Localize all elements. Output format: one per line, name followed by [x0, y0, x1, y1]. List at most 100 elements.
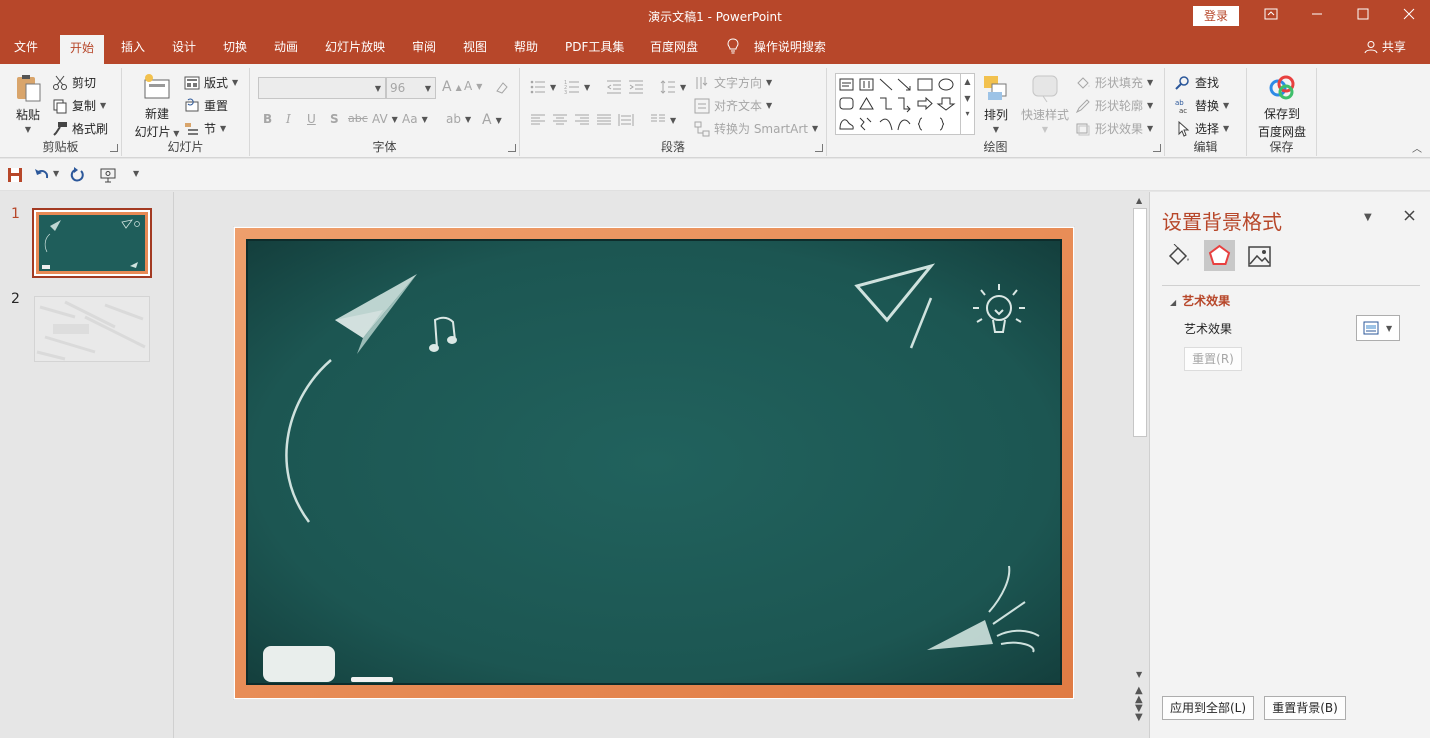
- drawing-launcher-icon[interactable]: [1153, 144, 1161, 152]
- font-name-combobox[interactable]: ▼: [258, 77, 386, 99]
- text-direction-button[interactable]: 文字方向 ▼: [694, 74, 772, 91]
- scroll-up-icon[interactable]: ▲: [1136, 196, 1142, 205]
- line-spacing-icon[interactable]: ▼: [660, 79, 686, 95]
- tab-baidu-netdisk[interactable]: 百度网盘: [650, 32, 698, 64]
- tab-home[interactable]: 开始: [60, 35, 105, 64]
- section-dropdown-icon[interactable]: ▼: [220, 124, 226, 133]
- previous-slide-icon[interactable]: ▲ ▲: [1135, 686, 1143, 705]
- layout-button[interactable]: 版式 ▼: [184, 74, 238, 91]
- shape-fill-button[interactable]: 形状填充 ▼: [1075, 74, 1153, 91]
- tab-help[interactable]: 帮助: [514, 32, 538, 64]
- maximize-icon[interactable]: [1340, 0, 1386, 32]
- character-spacing-icon[interactable]: AV ▼: [372, 112, 398, 126]
- tab-slideshow[interactable]: 幻灯片放映: [325, 32, 385, 64]
- tab-insert[interactable]: 插入: [121, 32, 145, 64]
- bold-icon[interactable]: B: [263, 112, 272, 126]
- tell-me-search[interactable]: 操作说明搜索: [726, 32, 826, 64]
- quick-styles-button[interactable]: 快速样式 ▼: [1017, 72, 1073, 134]
- fill-icon[interactable]: [1166, 244, 1192, 268]
- shape-outline-button[interactable]: 形状轮廓 ▼: [1075, 97, 1153, 114]
- close-icon[interactable]: [1386, 0, 1430, 32]
- arrange-dropdown-icon[interactable]: ▼: [993, 125, 999, 134]
- clear-formatting-icon[interactable]: [494, 79, 510, 95]
- pane-options-icon[interactable]: ▼: [1364, 212, 1372, 223]
- convert-to-smartart-button[interactable]: 转换为 SmartArt ▼: [694, 120, 818, 137]
- paste-button[interactable]: 粘贴 ▼: [10, 72, 46, 134]
- increase-font-size-icon[interactable]: A ▲: [442, 79, 462, 95]
- slide-canvas[interactable]: [233, 226, 1075, 700]
- cut-button[interactable]: 剪切: [52, 74, 96, 91]
- font-size-dropdown-icon[interactable]: ▼: [425, 84, 431, 93]
- numbering-icon[interactable]: 1 2 3 ▼: [564, 79, 590, 95]
- change-case-icon[interactable]: Aa ▼: [402, 112, 428, 126]
- align-center-icon[interactable]: [552, 112, 568, 128]
- ribbon-display-options-icon[interactable]: [1248, 0, 1294, 32]
- distributed-icon[interactable]: [618, 112, 634, 128]
- align-right-icon[interactable]: [574, 112, 590, 128]
- reset-background-button[interactable]: 重置背景(B): [1264, 696, 1346, 720]
- gallery-more-icon[interactable]: ▾: [961, 109, 974, 118]
- paragraph-launcher-icon[interactable]: [815, 144, 823, 152]
- text-shadow-icon[interactable]: S: [330, 112, 339, 126]
- clipboard-launcher-icon[interactable]: [110, 144, 118, 152]
- bullets-icon[interactable]: ▼: [530, 79, 556, 95]
- increase-indent-icon[interactable]: [628, 79, 644, 95]
- font-color-icon[interactable]: A ▼: [482, 112, 502, 128]
- select-dropdown-icon[interactable]: ▼: [1223, 124, 1229, 133]
- editor-vertical-scrollbar[interactable]: ▲ ▼ ▲ ▲ ▼ ▼: [1132, 192, 1149, 738]
- section-button[interactable]: 节 ▼: [184, 120, 226, 137]
- new-slide-dropdown-icon[interactable]: ▼: [171, 129, 179, 138]
- align-left-icon[interactable]: [530, 112, 546, 128]
- find-button[interactable]: 查找: [1175, 74, 1219, 91]
- close-pane-icon[interactable]: [1404, 210, 1415, 221]
- picture-icon[interactable]: [1248, 246, 1272, 268]
- shapes-gallery-scroll[interactable]: ▲ ▼ ▾: [960, 74, 974, 134]
- scroll-thumb[interactable]: [1133, 208, 1147, 437]
- undo-icon[interactable]: [34, 167, 50, 183]
- collapse-ribbon-icon[interactable]: ︿: [1412, 140, 1422, 155]
- columns-icon[interactable]: ▼: [650, 112, 676, 128]
- tab-review[interactable]: 审阅: [412, 32, 436, 64]
- paste-dropdown-icon[interactable]: ▼: [25, 125, 31, 134]
- quick-styles-dropdown-icon[interactable]: ▼: [1042, 125, 1048, 134]
- tab-file[interactable]: 文件: [14, 32, 38, 64]
- highlight-icon[interactable]: ab ▼: [446, 112, 471, 126]
- select-button[interactable]: 选择 ▼: [1175, 120, 1229, 137]
- format-painter-button[interactable]: 格式刷: [52, 120, 108, 137]
- save-icon[interactable]: [7, 167, 23, 183]
- new-slide-button[interactable]: 新建 幻灯片 ▼: [130, 72, 184, 140]
- save-to-baidu-button[interactable]: 保存到 百度网盘: [1255, 72, 1309, 140]
- start-from-beginning-icon[interactable]: [100, 167, 116, 183]
- effects-tab[interactable]: [1204, 240, 1235, 271]
- tab-view[interactable]: 视图: [463, 32, 487, 64]
- tab-pdf-tools[interactable]: PDF工具集: [565, 32, 624, 64]
- italic-icon[interactable]: I: [286, 112, 291, 126]
- font-size-combobox[interactable]: 96 ▼: [386, 77, 436, 99]
- tab-animations[interactable]: 动画: [274, 32, 298, 64]
- slide-thumbnail-1[interactable]: [32, 208, 152, 278]
- scroll-down-icon[interactable]: ▼: [1136, 670, 1142, 679]
- replace-dropdown-icon[interactable]: ▼: [1223, 101, 1229, 110]
- arrange-button[interactable]: 排列 ▼: [979, 72, 1013, 134]
- gallery-down-icon[interactable]: ▼: [961, 94, 974, 103]
- next-slide-icon[interactable]: ▼ ▼: [1135, 704, 1143, 723]
- tab-transitions[interactable]: 切换: [223, 32, 247, 64]
- font-launcher-icon[interactable]: [508, 144, 516, 152]
- replace-button[interactable]: ab ac 替换 ▼: [1175, 97, 1229, 114]
- strikethrough-icon[interactable]: abc: [348, 112, 368, 125]
- justify-icon[interactable]: [596, 112, 612, 128]
- copy-dropdown-icon[interactable]: ▼: [100, 101, 106, 110]
- decrease-indent-icon[interactable]: [606, 79, 622, 95]
- reset-slide-button[interactable]: 重置: [184, 97, 228, 114]
- copy-button[interactable]: 复制 ▼: [52, 97, 106, 114]
- redo-icon[interactable]: [70, 167, 86, 183]
- apply-to-all-button[interactable]: 应用到全部(L): [1162, 696, 1254, 720]
- slide-thumbnail-2[interactable]: [34, 296, 150, 362]
- shapes-gallery[interactable]: ▲ ▼ ▾: [835, 73, 975, 135]
- login-button[interactable]: 登录: [1193, 6, 1239, 26]
- decrease-font-size-icon[interactable]: A ▼: [464, 79, 482, 93]
- customize-qat-icon[interactable]: ▼: [133, 169, 139, 178]
- shape-effects-button[interactable]: 形状效果 ▼: [1075, 120, 1153, 137]
- artistic-effects-section[interactable]: ◢ 艺术效果: [1170, 292, 1230, 309]
- align-text-button[interactable]: 对齐文本 ▼: [694, 97, 772, 114]
